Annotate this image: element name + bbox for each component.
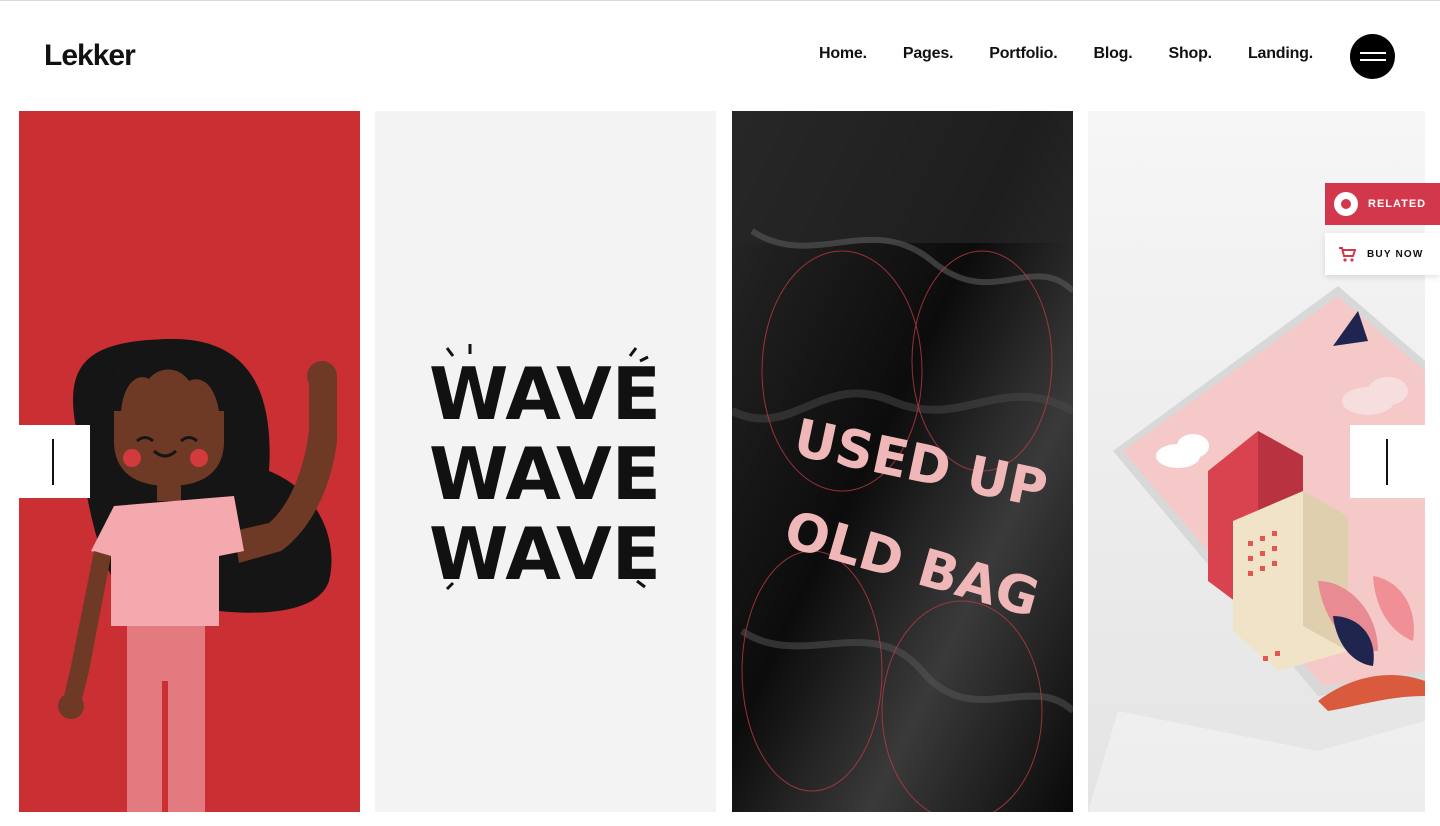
arrow-right-icon — [1386, 439, 1388, 485]
hamburger-icon — [1359, 52, 1386, 54]
buy-now-button[interactable]: BUY NOW — [1325, 233, 1440, 275]
slide-plastic-bag-poster[interactable]: USED UP OLD BAG — [732, 111, 1073, 812]
wave-line-3: WAVE — [429, 512, 661, 596]
nav-portfolio[interactable]: Portfolio. — [989, 45, 1057, 63]
related-button[interactable]: RELATED — [1325, 183, 1440, 225]
nav-blog[interactable]: Blog. — [1093, 45, 1132, 63]
site-header: Lekker Home. Pages. Portfolio. Blog. Sho… — [0, 1, 1440, 111]
slide-wave-typography[interactable]: WAVE WAVE WAVE — [375, 111, 716, 812]
hamburger-menu-button[interactable] — [1350, 34, 1395, 79]
wave-line-1: WAVE — [429, 352, 661, 436]
hamburger-icon-line — [1359, 59, 1386, 61]
plastic-bag-art: USED UP OLD BAG — [732, 111, 1073, 812]
nav-shop[interactable]: Shop. — [1168, 45, 1212, 63]
nav-landing[interactable]: Landing. — [1248, 45, 1313, 63]
main-nav: Home. Pages. Portfolio. Blog. Shop. Land… — [819, 45, 1313, 63]
related-icon — [1334, 192, 1358, 216]
wave-typography-art: WAVE WAVE WAVE — [429, 344, 661, 596]
nav-pages[interactable]: Pages. — [903, 45, 954, 63]
nav-home[interactable]: Home. — [819, 45, 867, 63]
site-logo[interactable]: Lekker — [44, 39, 136, 73]
slider-prev-button[interactable] — [19, 425, 90, 498]
portfolio-slider: WAVE WAVE WAVE USED UP OLD BAG — [0, 111, 1440, 812]
slider-next-button[interactable] — [1350, 425, 1425, 498]
wave-line-2: WAVE — [429, 432, 661, 516]
buy-now-label: BUY NOW — [1367, 248, 1424, 260]
related-label: RELATED — [1368, 198, 1427, 210]
arrow-left-icon — [52, 439, 54, 485]
cart-icon — [1339, 247, 1356, 262]
